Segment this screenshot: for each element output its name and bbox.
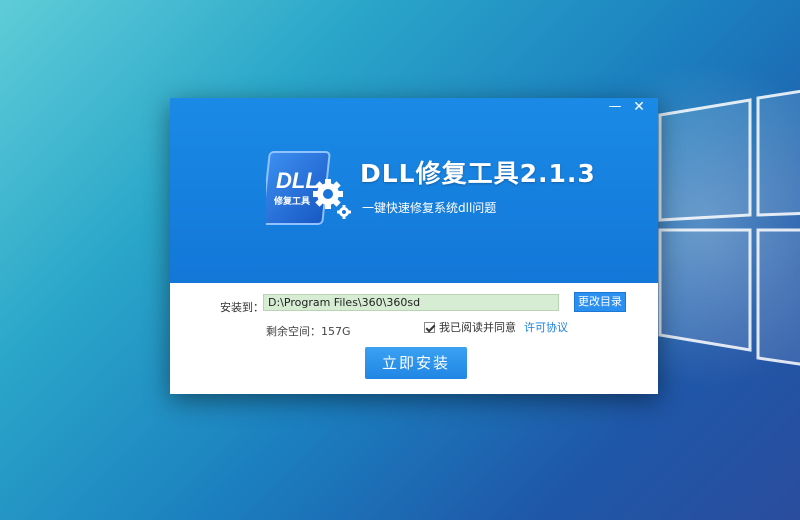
- app-title: DLL修复工具2.1.3: [360, 159, 596, 188]
- minimize-icon[interactable]: —: [604, 98, 626, 116]
- license-link[interactable]: 许可协议: [524, 319, 568, 335]
- windows-logo-icon: [658, 89, 800, 366]
- agree-text: 我已阅读并同意: [439, 321, 516, 334]
- free-space-label: 剩余空间：157G: [266, 325, 351, 338]
- close-icon[interactable]: ✕: [628, 98, 650, 116]
- dll-gear-icon: DLL 修复工具: [266, 151, 351, 225]
- installer-dialog: — ✕ DLL 修复工具 DLL修复工具2.1.3 一键快速修复系统dll问题 …: [170, 98, 658, 394]
- change-directory-button[interactable]: 更改目录: [574, 292, 626, 312]
- install-path-field[interactable]: D:\Program Files\360\360sd: [263, 294, 559, 311]
- license-agreement: 我已阅读并同意 许可协议: [424, 319, 568, 335]
- install-options: 安装到： D:\Program Files\360\360sd 更改目录 剩余空…: [170, 283, 658, 394]
- checkbox-checked-icon[interactable]: [424, 321, 435, 333]
- install-path-label: 安装到：: [220, 301, 264, 314]
- install-now-button[interactable]: 立即安装: [365, 347, 467, 379]
- app-subtitle: 一键快速修复系统dll问题: [362, 201, 497, 215]
- svg-text:修复工具: 修复工具: [273, 195, 310, 207]
- svg-text:DLL: DLL: [276, 168, 319, 193]
- installer-banner: — ✕ DLL 修复工具 DLL修复工具2.1.3 一键快速修复系统dll问题: [170, 98, 658, 283]
